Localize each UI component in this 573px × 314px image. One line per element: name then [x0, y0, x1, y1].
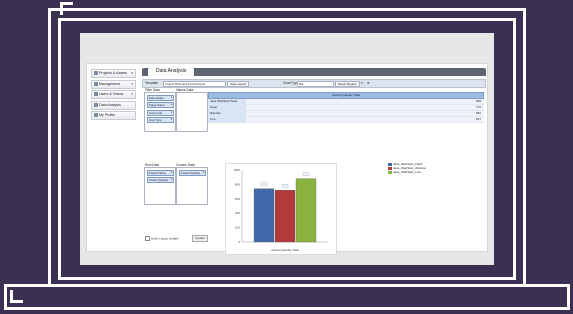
sidebar: Projects & Assets ▾ Management ▾ Users & T…	[91, 69, 136, 122]
sidebar-item-users[interactable]: Users & Teams ▾	[91, 90, 136, 99]
chevron-down-icon: ▾	[131, 92, 133, 96]
filter-chip[interactable]: Stage Name ▾	[147, 102, 174, 108]
chip-label: Award Quantity	[181, 170, 201, 175]
user-icon	[94, 113, 98, 118]
sidebar-item-label: Users & Teams	[99, 92, 124, 96]
filter-chip[interactable]: Date Added ▾	[147, 94, 174, 101]
chip-label: Award Quantity	[149, 178, 169, 182]
row-band	[246, 111, 484, 116]
chevron-down-icon: ▾	[202, 170, 204, 174]
chevron-down-icon: ▾	[170, 178, 172, 181]
filter-chip[interactable]: Cost Code ▾	[147, 109, 174, 116]
y-tick-label: 600	[235, 197, 240, 201]
y-tick-label: 200	[235, 226, 240, 230]
folder-icon	[94, 71, 98, 76]
row-label: Window	[208, 111, 246, 116]
row-chip[interactable]: Award Quantity ▾	[147, 177, 174, 183]
row-value: 847	[475, 117, 481, 121]
grid-header: Award Quantity Total	[208, 92, 484, 99]
chart-bar	[274, 190, 296, 243]
chip-label: Project Name	[149, 170, 166, 175]
sidebar-item-projects[interactable]: Projects & Assets ▾	[91, 69, 136, 78]
values-data-box[interactable]	[176, 92, 208, 132]
table-row[interactable]: Live 847	[208, 117, 484, 123]
chart-svg: 0 200 400 600 800 1000 Award Quantity Total	[233, 168, 328, 252]
data-label-box	[260, 182, 268, 186]
row-chip[interactable]: Project Name ▾	[147, 169, 174, 176]
checkbox-label: Defer Layout Update	[151, 236, 179, 241]
chevron-down-icon: ▾	[170, 170, 172, 174]
y-tick-label: 0	[238, 240, 240, 244]
column-data-box[interactable]: Award Quantity ▾	[176, 167, 208, 205]
sidebar-item-label: Projects & Assets	[99, 71, 127, 75]
data-label-box	[281, 184, 289, 188]
row-band	[246, 105, 484, 110]
pivot-grid: Award Quantity Total Java WebStart Suite…	[208, 92, 484, 123]
chevron-down-icon: ▾	[170, 95, 172, 99]
template-label: Template	[145, 81, 158, 85]
update-button[interactable]: Update	[192, 235, 208, 242]
refresh-icon[interactable]: ↻	[361, 80, 364, 86]
row-label: Live	[208, 117, 246, 122]
y-tick-label: 400	[235, 211, 240, 215]
toolbar: Template Project Bids-and-Final Awards S…	[142, 79, 486, 88]
list-icon	[94, 81, 98, 86]
chevron-down-icon: ▾	[131, 81, 133, 86]
y-tick-label: 800	[235, 182, 240, 186]
sidebar-item-label: Management	[99, 81, 120, 86]
x-axis-label: Award Quantity Total	[271, 248, 299, 252]
main-panel: Data Analysis Template Project Bids-and-…	[142, 67, 486, 255]
chevron-down-icon: ▾	[170, 118, 172, 121]
bar-chart: 0 200 400 600 800 1000 Award Quantity Total	[225, 163, 337, 255]
chevron-down-icon: ▾	[170, 110, 172, 114]
chart-bar	[295, 178, 317, 243]
row-label: Hope	[208, 105, 246, 110]
settings-icon[interactable]: ⚙	[367, 80, 370, 86]
row-label: Java WebStart Suite	[208, 99, 246, 104]
row-band	[246, 99, 484, 104]
legend-item: Java_WebStart_Live	[388, 170, 426, 174]
sidebar-item-label: My Profile	[99, 113, 115, 117]
y-tick-label: 1000	[233, 168, 240, 172]
select-region-button[interactable]: Select Region	[335, 80, 360, 87]
row-band	[246, 117, 484, 122]
bottom-notch	[10, 290, 23, 303]
tab-data-analysis[interactable]: Data Analysis	[148, 67, 195, 76]
sidebar-item-label: Data Analysis	[99, 102, 121, 107]
filter-chip[interactable]: Cost Type ▾	[147, 117, 174, 123]
chart-legend: Java_WebStart_Flash Java_WebStart_Window…	[388, 162, 426, 174]
sidebar-item-profile[interactable]: My Profile	[91, 111, 136, 120]
sidebar-item-management[interactable]: Management ▾	[91, 79, 136, 89]
sidebar-item-data-analysis[interactable]: Data Analysis	[91, 100, 136, 110]
checkbox-box[interactable]	[145, 236, 150, 241]
chart-type-select[interactable]: Bar	[297, 81, 334, 87]
chip-label: Date Added	[149, 95, 164, 100]
chip-label: Stage Name	[149, 103, 165, 107]
app-window: Projects & Assets ▾ Management ▾ Users & T…	[86, 63, 488, 255]
template-select[interactable]: Project Bids-and-Final Awards	[163, 81, 226, 87]
frame-notch	[60, 2, 73, 15]
data-label-box	[302, 172, 310, 176]
chart-bar	[253, 188, 275, 243]
column-chip[interactable]: Award Quantity ▾	[179, 169, 206, 176]
screenshot-area: Projects & Assets ▾ Management ▾ Users & T…	[80, 33, 494, 265]
row-value: 776	[475, 105, 481, 109]
chip-label: Cost Type	[149, 118, 162, 122]
row-value: 808	[475, 99, 481, 103]
tab-bar: Data Analysis	[142, 67, 486, 76]
users-icon	[94, 92, 98, 97]
legend-swatch	[388, 170, 392, 174]
chart-icon	[94, 102, 98, 107]
row-value: 882	[475, 111, 481, 115]
save-button[interactable]: Save saved	[227, 80, 249, 87]
legend-label: Java_WebStart_Live	[393, 170, 421, 174]
filter-data-box[interactable]: Date Added ▾ Stage Name ▾ Cost Code ▾ Cost …	[144, 92, 176, 132]
chevron-down-icon: ▾	[131, 71, 133, 75]
row-data-box[interactable]: Project Name ▾ Award Quantity ▾	[144, 167, 176, 205]
chevron-down-icon: ▾	[170, 103, 172, 106]
chip-label: Cost Code	[149, 110, 163, 115]
bottom-bar	[4, 284, 570, 310]
defer-layout-checkbox[interactable]: Defer Layout Update	[145, 236, 179, 241]
